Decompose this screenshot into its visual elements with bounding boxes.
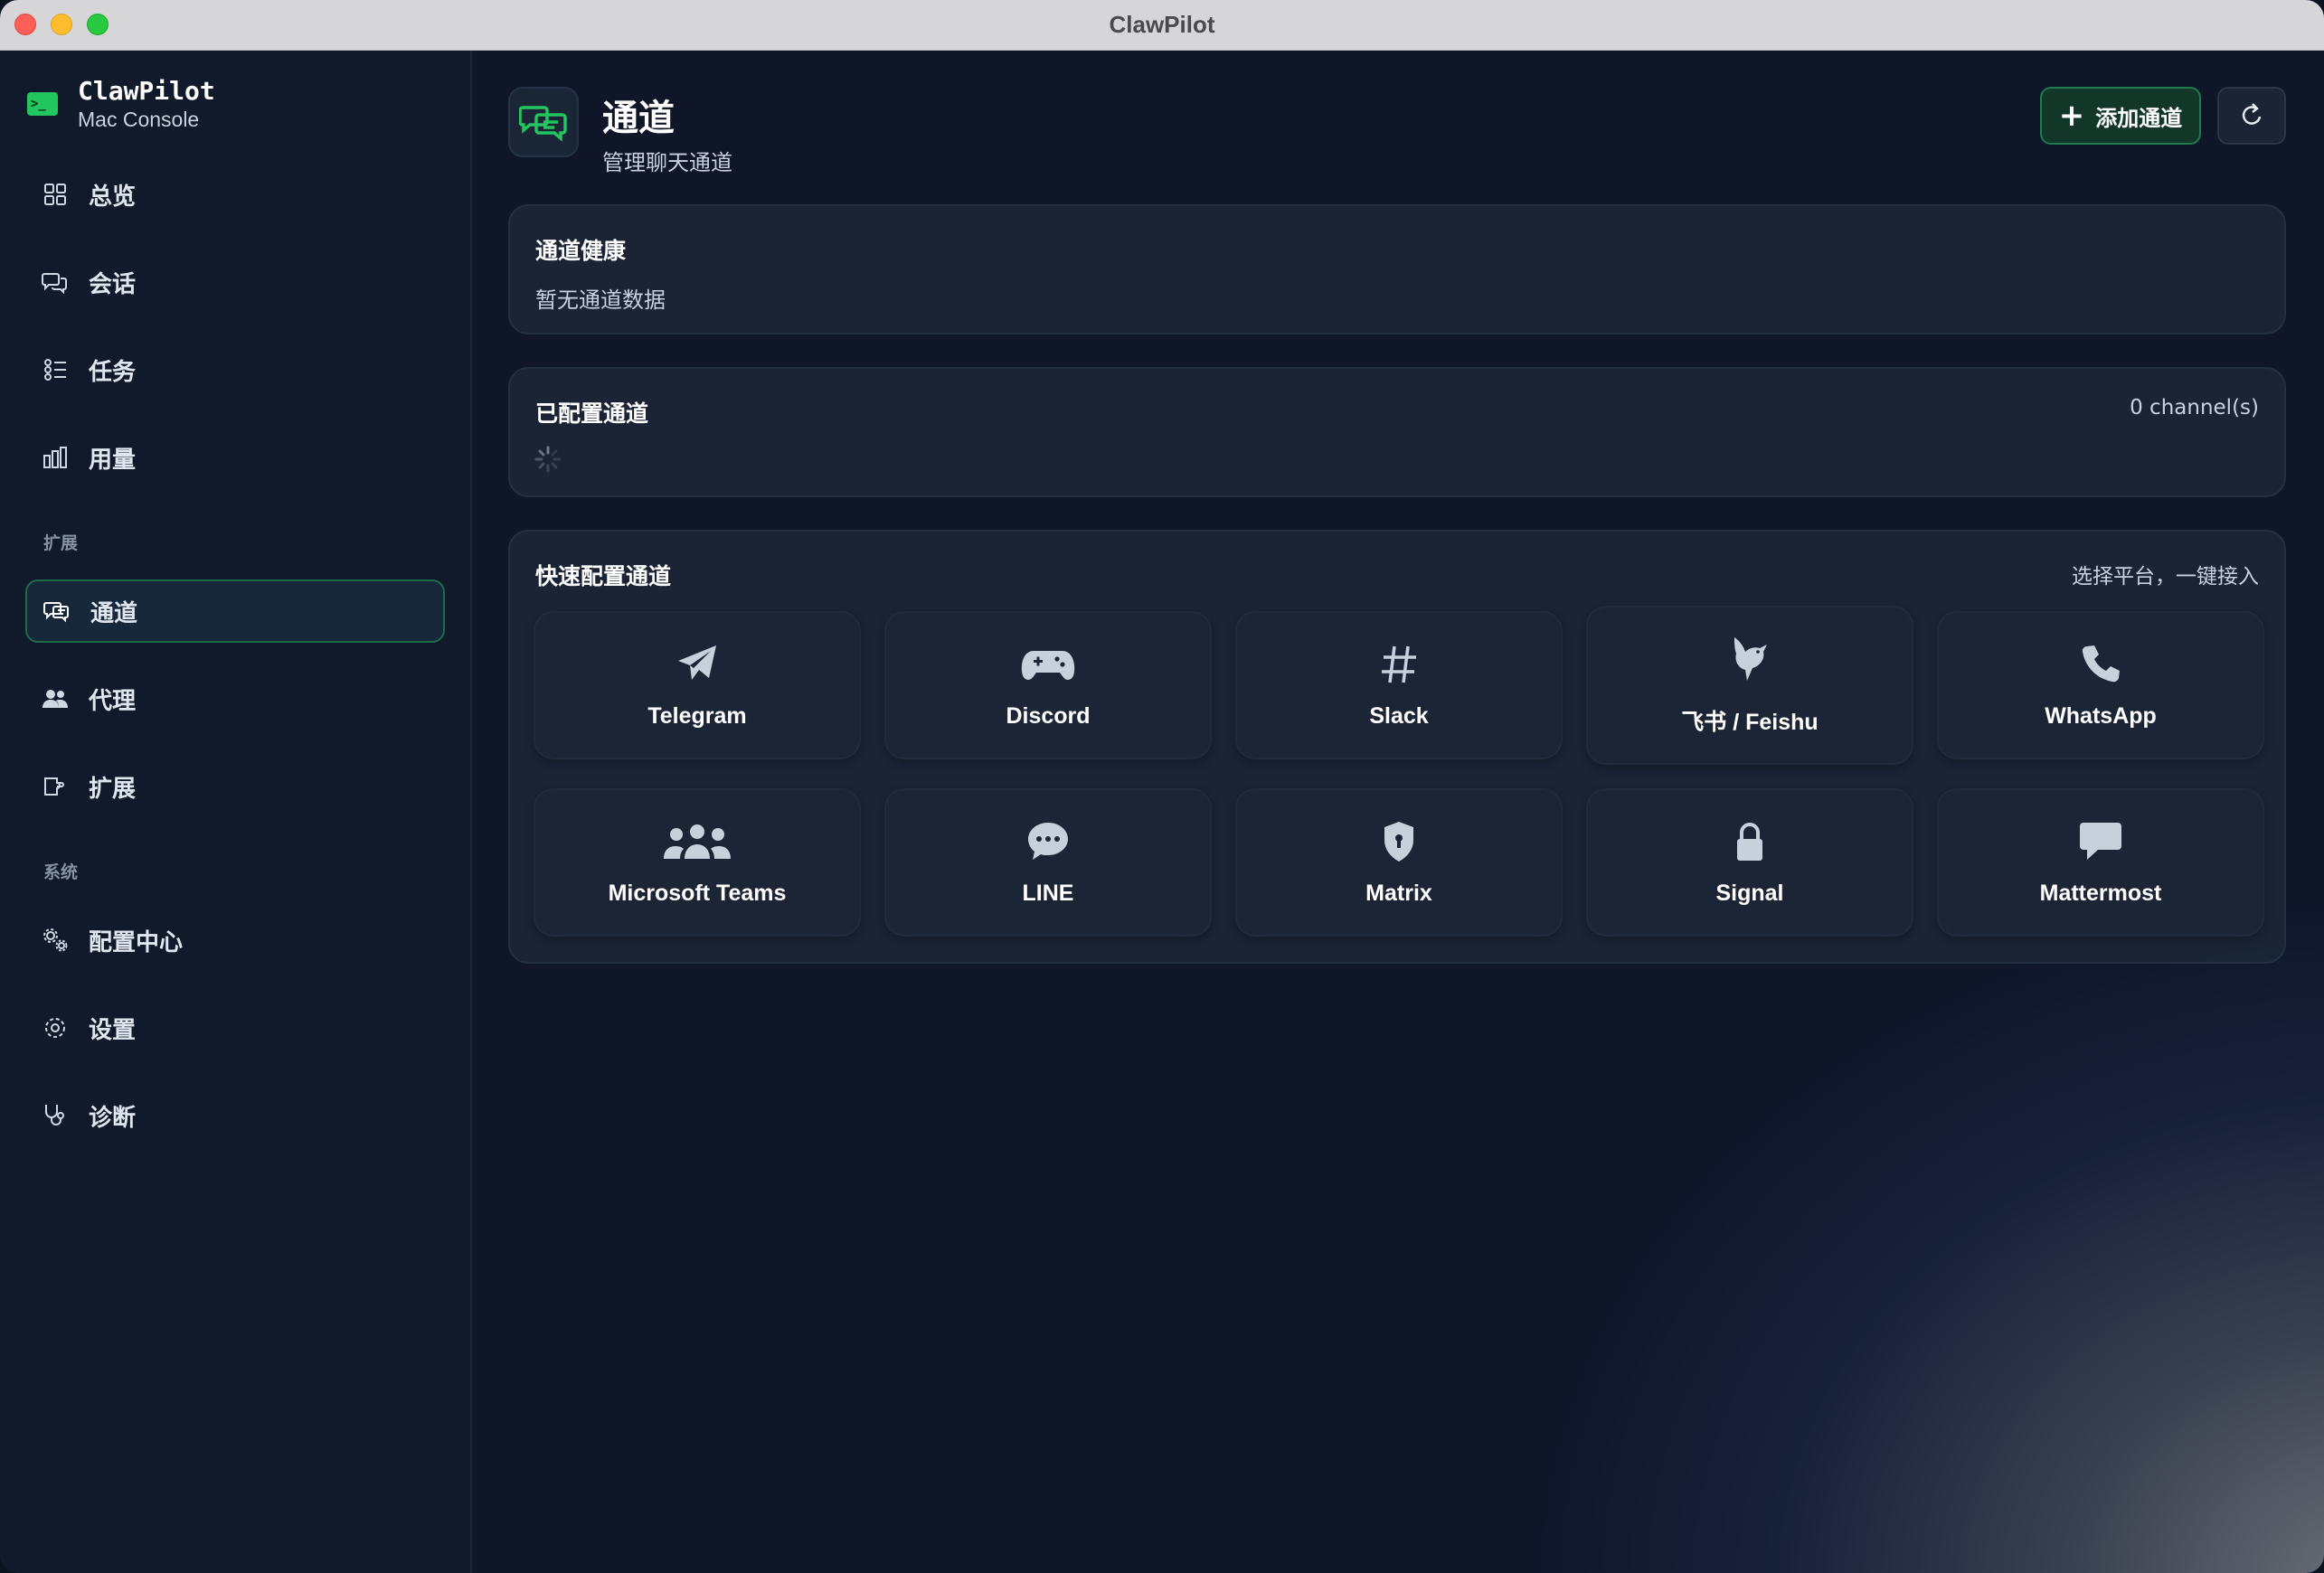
platform-label: Telegram	[647, 702, 747, 729]
padlock-icon	[1737, 822, 1762, 861]
hashtag-icon	[1382, 645, 1416, 683]
refresh-icon	[2242, 103, 2262, 125]
loading-spinner-icon	[534, 446, 562, 473]
zoom-window-button[interactable]	[87, 14, 109, 35]
minimize-window-button[interactable]	[51, 14, 72, 35]
configured-channels-card: 已配置通道 0 channel(s)	[508, 367, 2286, 497]
gamepad-icon	[1021, 650, 1075, 680]
brand-subtitle: Mac Console	[78, 108, 200, 131]
platform-label: 飞书 / Feishu	[1681, 710, 1819, 735]
people-group-icon	[664, 824, 731, 859]
page-subtitle: 管理聊天通道	[602, 150, 732, 175]
platform-tile-feishu[interactable]: 飞书 / Feishu	[1586, 606, 1913, 765]
add-channel-button[interactable]: + 添加通道	[2040, 87, 2201, 145]
card-title: 通道健康	[535, 238, 627, 264]
app-window: ClawPilot >_ ClawPilot Mac Console 总览 会话	[0, 0, 2324, 1573]
sidebar-item-label: 任务	[89, 358, 137, 386]
sidebar-item-label: 扩展	[89, 775, 137, 803]
platform-label: Microsoft Teams	[608, 880, 787, 906]
platform-label: Mattermost	[2039, 880, 2162, 906]
sidebar-item-extensions[interactable]: 扩展	[25, 755, 445, 818]
paper-plane-icon	[678, 645, 716, 680]
platform-tile-signal[interactable]: Signal	[1586, 788, 1913, 937]
window-title: ClawPilot	[1109, 11, 1215, 38]
add-channel-label: 添加通道	[2095, 105, 2183, 131]
stethoscope-icon	[45, 1105, 64, 1126]
platform-tile-discord[interactable]: Discord	[884, 611, 1212, 759]
gear-icon	[45, 1018, 65, 1038]
sidebar-item-label: 配置中心	[89, 928, 184, 956]
plugin-icon	[44, 777, 64, 796]
platform-label: LINE	[1022, 880, 1074, 906]
channel-icon	[43, 602, 69, 623]
users-icon	[43, 690, 68, 708]
platform-tile-telegram[interactable]: Telegram	[534, 611, 861, 759]
brand: >_ ClawPilot Mac Console	[27, 76, 215, 132]
sidebar-item-label: 设置	[89, 1016, 137, 1044]
section-label-extensions: 扩展	[43, 533, 79, 553]
sidebar-item-label: 用量	[89, 446, 137, 474]
quick-setup-hint: 选择平台，一键接入	[2072, 565, 2259, 589]
page-title: 通道	[602, 98, 675, 139]
sidebar-item-tasks[interactable]: 任务	[25, 338, 445, 401]
quick-setup-card: 快速配置通道 选择平台，一键接入 Telegram Discord Slack …	[508, 530, 2286, 964]
task-list-icon	[44, 359, 66, 381]
terminal-icon: >_	[27, 92, 58, 116]
platform-label: Discord	[1006, 702, 1091, 729]
sidebar-item-usage[interactable]: 用量	[25, 426, 445, 489]
refresh-button[interactable]	[2217, 87, 2286, 145]
platform-tile-mattermost[interactable]: Mattermost	[1937, 788, 2264, 937]
sidebar-item-diagnostics[interactable]: 诊断	[25, 1084, 445, 1147]
empty-state-text: 暂无通道数据	[535, 287, 666, 313]
message-icon	[2080, 822, 2121, 860]
close-window-button[interactable]	[14, 14, 36, 35]
sidebar-item-label: 通道	[90, 599, 138, 627]
gears-icon	[43, 928, 68, 952]
sidebar-item-sessions[interactable]: 会话	[25, 250, 445, 314]
card-title: 快速配置通道	[535, 563, 672, 589]
bar-chart-icon	[43, 447, 67, 468]
platform-tile-matrix[interactable]: Matrix	[1235, 788, 1563, 937]
brand-name: ClawPilot	[78, 76, 215, 106]
phone-icon	[2082, 645, 2120, 682]
platform-tile-microsoft-teams[interactable]: Microsoft Teams	[534, 788, 861, 937]
grid-icon	[44, 184, 66, 205]
platform-tile-whatsapp[interactable]: WhatsApp	[1937, 611, 2264, 759]
window-controls	[14, 14, 109, 35]
platform-label: Slack	[1369, 702, 1429, 729]
platform-label: WhatsApp	[2045, 702, 2157, 729]
sidebar-item-label: 总览	[89, 183, 137, 211]
platform-tile-line[interactable]: LINE	[884, 788, 1212, 937]
sidebar-item-channels[interactable]: 通道	[25, 579, 445, 643]
sidebar-item-agents[interactable]: 代理	[25, 667, 445, 730]
channel-icon	[508, 87, 579, 157]
channel-count: 0 channel(s)	[2130, 396, 2259, 419]
main-content: 通道 管理聊天通道 + 添加通道 通道健康 暂无通道数据 已配置通道 0 cha…	[472, 51, 2324, 1573]
sidebar-item-label: 会话	[89, 270, 137, 298]
platform-label: Matrix	[1365, 880, 1432, 906]
card-title: 已配置通道	[535, 400, 649, 427]
shield-lock-icon	[1384, 821, 1413, 862]
sidebar-item-label: 诊断	[89, 1104, 137, 1132]
channel-health-card: 通道健康 暂无通道数据	[508, 204, 2286, 334]
sidebar-item-settings[interactable]: 设置	[25, 996, 445, 1060]
platform-label: Signal	[1715, 880, 1784, 906]
section-label-system: 系统	[43, 862, 79, 882]
chat-icon	[42, 273, 67, 295]
sidebar-item-overview[interactable]: 总览	[25, 163, 445, 226]
sidebar: >_ ClawPilot Mac Console 总览 会话 任务 用量 扩展 …	[0, 51, 472, 1573]
speech-bubble-dots-icon	[1028, 822, 1068, 860]
plus-icon: +	[2058, 98, 2085, 134]
sidebar-item-config-center[interactable]: 配置中心	[25, 909, 445, 972]
title-bar: ClawPilot	[0, 0, 2324, 51]
platform-tile-slack[interactable]: Slack	[1235, 611, 1563, 759]
bird-icon	[1734, 637, 1767, 681]
sidebar-item-label: 代理	[89, 687, 137, 715]
